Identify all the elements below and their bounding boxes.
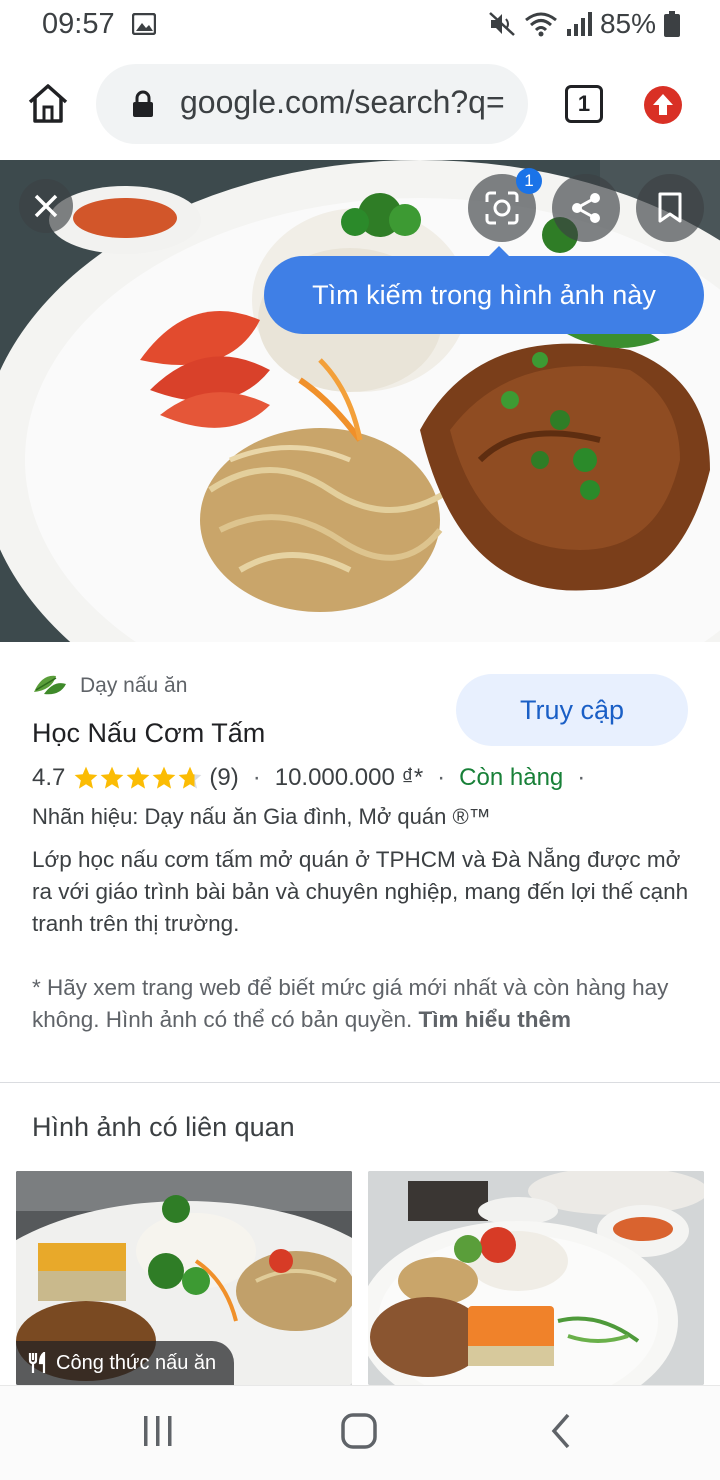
food-photo bbox=[0, 160, 720, 642]
bookmark-icon bbox=[658, 192, 682, 223]
tab-count: 1 bbox=[577, 91, 591, 116]
rating-stars bbox=[73, 765, 203, 791]
tabs-button[interactable]: 1 bbox=[565, 85, 603, 123]
star-icon bbox=[75, 766, 98, 789]
update-icon bbox=[653, 94, 673, 115]
system-navbar bbox=[0, 1385, 720, 1480]
rating-row: 4.7 (9) · 10.000.000 ₫* · Còn hàng · bbox=[32, 764, 599, 792]
description: Lớp học nấu cơm tấm mở quán ở TPHCM và Đ… bbox=[32, 847, 689, 936]
price: 10.000.000 ₫* bbox=[274, 764, 424, 791]
star-icon bbox=[153, 766, 176, 789]
url-text: google.com/search?q= bbox=[180, 84, 505, 120]
status-bar: 09:57 85% bbox=[0, 0, 720, 50]
hero-image[interactable]: 1 Tìm kiếm trong hình ảnh này bbox=[0, 160, 720, 642]
related-image-1[interactable]: Công thức nấu ăn bbox=[16, 1171, 352, 1385]
separator-dot: · bbox=[437, 764, 446, 791]
disclaimer: * Hãy xem trang web để biết mức giá mới … bbox=[32, 972, 692, 1036]
share-icon bbox=[572, 193, 600, 223]
battery-level: 85% bbox=[599, 8, 656, 39]
lens-icon bbox=[485, 191, 519, 225]
divider bbox=[0, 1082, 720, 1083]
recent-apps-icon[interactable] bbox=[142, 1414, 174, 1448]
home-icon[interactable] bbox=[26, 82, 70, 126]
close-icon bbox=[34, 194, 58, 218]
star-icon bbox=[101, 766, 124, 789]
separator-dot: · bbox=[252, 764, 261, 791]
gallery-icon bbox=[132, 13, 156, 35]
disclaimer-text: * Hãy xem trang web để biết mức giá mới … bbox=[32, 975, 669, 1032]
visit-button[interactable]: Truy cập bbox=[456, 674, 688, 746]
lens-badge: 1 bbox=[516, 168, 542, 194]
basil-leaf-icon bbox=[34, 675, 66, 695]
recipe-chip-label: Công thức nấu ăn bbox=[56, 1351, 217, 1374]
related-heading: Hình ảnh có liên quan bbox=[32, 1112, 295, 1142]
wifi-icon bbox=[525, 12, 557, 37]
lens-tooltip[interactable]: Tìm kiếm trong hình ảnh này bbox=[264, 256, 704, 334]
bookmark-button[interactable] bbox=[636, 174, 704, 242]
product-title[interactable]: Học Nấu Cơm Tấm bbox=[32, 718, 265, 749]
source-row[interactable]: Dạy nấu ăn bbox=[32, 672, 187, 700]
share-button[interactable] bbox=[552, 174, 620, 242]
browser-toolbar: google.com/search?q= 1 bbox=[0, 58, 720, 154]
close-button[interactable] bbox=[19, 179, 73, 233]
brand-text: Nhãn hiệu: Dạy nấu ăn Gia đình, Mở quán … bbox=[32, 804, 491, 829]
utensils-icon bbox=[28, 1352, 46, 1373]
lock-icon bbox=[133, 90, 153, 117]
back-icon[interactable] bbox=[550, 1413, 572, 1449]
learn-more-link[interactable]: Tìm hiểu thêm bbox=[419, 1007, 572, 1032]
review-count: (9) bbox=[209, 764, 239, 791]
recipe-chip: Công thức nấu ăn bbox=[16, 1341, 235, 1385]
mute-icon bbox=[489, 12, 515, 36]
lens-button[interactable]: 1 bbox=[468, 168, 542, 242]
status-time: 09:57 bbox=[42, 8, 115, 40]
update-button[interactable] bbox=[644, 86, 682, 124]
star-half-icon bbox=[179, 766, 202, 789]
address-bar[interactable]: google.com/search?q= bbox=[96, 64, 528, 144]
source-name: Dạy nấu ăn bbox=[80, 674, 188, 697]
star-icon bbox=[127, 766, 150, 789]
home-nav-icon[interactable] bbox=[341, 1413, 377, 1449]
signal-icon bbox=[566, 12, 592, 36]
battery-icon bbox=[664, 11, 680, 37]
rating-value: 4.7 bbox=[32, 764, 66, 791]
status-icons: 85% bbox=[488, 8, 680, 40]
separator-dot: · bbox=[577, 764, 586, 791]
related-image-2[interactable] bbox=[368, 1171, 704, 1385]
stock-status: Còn hàng bbox=[459, 764, 564, 791]
related-photo-2 bbox=[368, 1171, 704, 1385]
